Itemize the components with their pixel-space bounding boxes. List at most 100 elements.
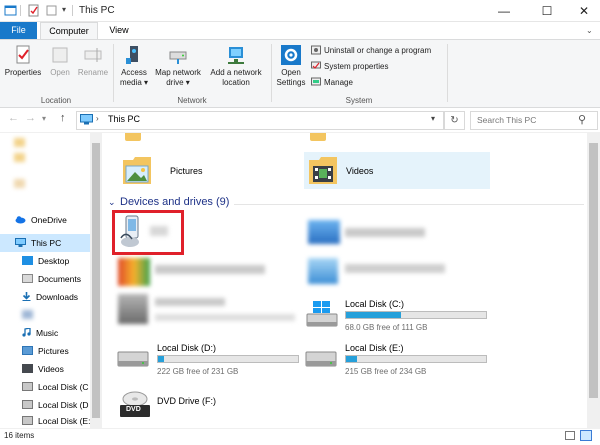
maximize-button[interactable]: ☐ (531, 0, 563, 22)
folder-icon (14, 153, 25, 162)
group-label-system: System (345, 96, 373, 105)
nav-item-music[interactable]: Music (22, 325, 58, 342)
properties-button[interactable]: Properties (2, 44, 44, 78)
open-settings-label-1: Open (281, 68, 301, 77)
drive-usage-bar-e (345, 355, 487, 363)
add-network-location-button[interactable]: Add a network location (205, 44, 267, 88)
videos-folder-icon (308, 154, 338, 188)
search-icon[interactable]: ⚲ (578, 113, 586, 126)
status-bar (0, 428, 600, 445)
nav-item-desktop[interactable]: Desktop (22, 253, 69, 270)
pictures-folder-icon (122, 154, 152, 188)
folder-icon[interactable] (125, 133, 141, 141)
rename-label: Rename (77, 68, 109, 77)
open-button[interactable]: Open (46, 44, 74, 78)
tab-file[interactable]: File (0, 22, 37, 39)
collapse-group-chevron-icon[interactable]: ⌄ (108, 197, 116, 208)
minimize-button[interactable]: — (488, 0, 520, 22)
divider (72, 5, 73, 16)
nav-item-blurred[interactable] (14, 150, 30, 167)
access-media-button[interactable]: Access media ▾ (116, 44, 152, 88)
title-bar: ▾ This PC — ☐ ✕ (0, 0, 600, 22)
folder-icon (14, 179, 25, 188)
blurred-device-icon[interactable] (308, 220, 340, 244)
nav-item-downloads[interactable]: Downloads (22, 289, 78, 306)
this-pc-icon (15, 236, 26, 247)
media-server-icon (123, 44, 145, 66)
blurred-device-bar (155, 314, 295, 321)
refresh-button[interactable]: ↻ (444, 111, 465, 130)
address-dropdown-chevron-icon[interactable]: ▾ (431, 114, 435, 123)
recent-locations-chevron-icon[interactable]: ▾ (42, 114, 46, 123)
phone-device-icon[interactable] (118, 215, 146, 251)
open-settings-button[interactable]: Open Settings (274, 44, 308, 88)
blurred-device-icon[interactable] (308, 258, 338, 284)
drive-label-f: DVD Drive (F:) (157, 396, 216, 406)
add-network-location-label-2: location (222, 78, 250, 87)
folder-icon[interactable] (310, 133, 326, 141)
blurred-device-label (345, 264, 445, 273)
add-network-location-label-1: Add a network (210, 68, 262, 77)
tab-view[interactable]: View (103, 22, 135, 39)
network-drive-icon (167, 44, 189, 66)
drive-icon (22, 382, 33, 391)
manage-button[interactable]: Manage (311, 77, 353, 89)
folder-videos[interactable]: Videos (304, 152, 490, 189)
content-scrollbar-thumb[interactable] (589, 143, 598, 398)
nav-item-videos[interactable]: Videos (22, 361, 64, 378)
drive-local-disk-c[interactable]: Local Disk (C:) 68.0 GB free of 111 GB (305, 296, 490, 334)
system-properties-button[interactable]: System properties (311, 61, 388, 73)
nav-item-local-disk-e[interactable]: Local Disk (E: (22, 413, 90, 428)
nav-item-onedrive[interactable]: OneDrive (15, 212, 67, 229)
nav-item-local-disk-c[interactable]: Local Disk (C (22, 379, 89, 396)
drive-usage-bar-c (345, 311, 487, 319)
nav-pane-scrollbar-thumb[interactable] (92, 143, 100, 418)
drive-label-c: Local Disk (C:) (345, 299, 405, 309)
blurred-device-label (345, 228, 425, 237)
properties-quick-access-icon[interactable] (27, 4, 40, 17)
new-folder-quick-access-icon[interactable] (45, 4, 58, 17)
drive-dvd-f[interactable]: DVD DVD Drive (F:) (117, 386, 302, 424)
group-header-devices-and-drives[interactable]: Devices and drives (9) (120, 196, 229, 208)
uninstall-program-button[interactable]: Uninstall or change a program (311, 45, 431, 57)
drive-usage-fill-e (346, 356, 358, 362)
drive-local-disk-e[interactable]: Local Disk (E:) 215 GB free of 234 GB (305, 340, 490, 378)
nav-item-pictures[interactable]: Pictures (22, 343, 69, 360)
drive-icon (22, 400, 33, 409)
open-folder-icon (49, 44, 71, 66)
drive-usage-fill-c (346, 312, 401, 318)
drive-free-space-d: 222 GB free of 231 GB (157, 367, 239, 376)
folder-icon (14, 138, 25, 147)
nav-item-this-pc[interactable]: This PC (15, 235, 61, 252)
folder-label-videos: Videos (346, 166, 374, 176)
blurred-device-icon[interactable] (118, 294, 148, 324)
customize-quick-access-chevron-icon[interactable]: ▾ (62, 5, 66, 14)
forward-arrow-icon[interactable]: → (25, 112, 36, 124)
up-arrow-icon[interactable]: ↑ (60, 112, 66, 124)
map-network-drive-button[interactable]: Map network drive ▾ (152, 44, 204, 88)
dvd-badge-text: DVD (126, 406, 141, 413)
tab-computer[interactable]: Computer (40, 22, 98, 40)
manage-icon (311, 77, 321, 87)
hard-drive-icon (117, 350, 149, 370)
drive-local-disk-d[interactable]: Local Disk (D:) 222 GB free of 231 GB (117, 340, 302, 378)
nav-item-documents[interactable]: Documents (22, 271, 81, 288)
nav-item-phone-device[interactable] (22, 307, 38, 324)
downloads-arrow-icon (22, 290, 31, 301)
large-icons-view-icon[interactable] (580, 430, 592, 441)
folder-pictures[interactable]: Pictures (118, 152, 298, 189)
pictures-icon (22, 346, 33, 355)
back-arrow-icon[interactable]: ← (8, 112, 19, 124)
close-button[interactable]: ✕ (568, 0, 600, 22)
nav-item-local-disk-d[interactable]: Local Disk (D (22, 397, 89, 414)
blurred-device-icon[interactable] (118, 258, 150, 286)
videos-film-icon (22, 364, 33, 373)
explorer-window-icon (4, 4, 17, 17)
nav-item-blurred[interactable] (14, 176, 30, 193)
rename-button[interactable]: Rename (76, 44, 110, 78)
folder-label-pictures: Pictures (170, 166, 203, 176)
group-separator (113, 44, 114, 102)
details-view-icon[interactable] (565, 431, 575, 440)
documents-icon (22, 274, 33, 283)
expand-ribbon-chevron-icon[interactable]: ⌄ (586, 26, 593, 35)
